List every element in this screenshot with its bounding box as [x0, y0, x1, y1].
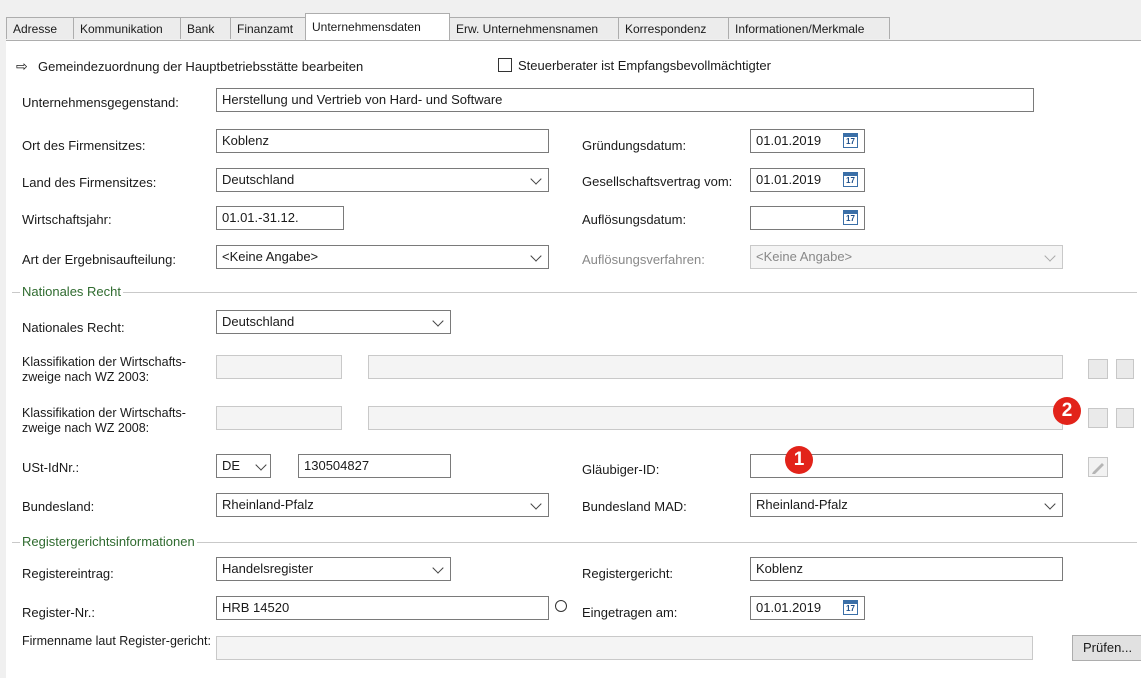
label-ustid: USt-IdNr.: [22, 460, 80, 475]
chevron-down-icon [530, 173, 542, 185]
land-firmensitz-value: Deutschland [222, 172, 295, 187]
land-firmensitz-select[interactable]: Deutschland [216, 168, 549, 192]
tab-erw-unternehmensnamen[interactable]: Erw. Unternehmensnamen [449, 17, 619, 39]
nationales-recht-value: Deutschland [222, 314, 295, 329]
tab-informationen-merkmale[interactable]: Informationen/Merkmale [728, 17, 890, 39]
link-icon[interactable] [1116, 408, 1134, 428]
arrow-right-icon: ⇨ [16, 58, 28, 74]
label-gesellschaftsvertrag: Gesellschaftsvertrag vom: [582, 174, 733, 189]
edit-pencil-icon[interactable] [1088, 457, 1108, 477]
label-nationales-recht: Nationales Recht: [22, 320, 125, 335]
nationales-recht-select[interactable]: Deutschland [216, 310, 451, 334]
label-ort-firmensitz: Ort des Firmensitzes: [22, 138, 146, 153]
ustid-country-select[interactable]: DE [216, 454, 271, 478]
tab-bank[interactable]: Bank [180, 17, 231, 39]
ustid-input[interactable]: 130504827 [298, 454, 451, 478]
label-eingetragen-am: Eingetragen am: [582, 605, 678, 620]
chevron-down-icon [1044, 250, 1056, 262]
bundesland-mad-select[interactable]: Rheinland-Pfalz [750, 493, 1063, 517]
calendar-icon[interactable]: 17 [843, 210, 858, 225]
aufloesungsdatum-field[interactable]: 17 [750, 206, 865, 230]
callout-marker-2: 2 [1053, 397, 1081, 425]
label-gruendungsdatum: Gründungsdatum: [582, 138, 687, 153]
label-firmenname-register: Firmenname laut Register-gericht: [22, 634, 211, 648]
label-registereintrag: Registereintrag: [22, 566, 114, 581]
chevron-down-icon [432, 315, 444, 327]
wirtschaftsjahr-input[interactable]: 01.01.-31.12. [216, 206, 344, 230]
label-registergericht: Registergericht: [582, 566, 674, 581]
label-register-nr: Register-Nr.: [22, 605, 95, 620]
gruendungsdatum-field[interactable]: 01.01.2019 17 [750, 129, 865, 153]
register-nr-input[interactable]: HRB 14520 [216, 596, 549, 620]
calendar-icon[interactable]: 17 [843, 172, 858, 187]
group-divider [12, 292, 1137, 293]
bundesland-value: Rheinland-Pfalz [222, 497, 314, 512]
ergebnisaufteilung-select[interactable]: <Keine Angabe> [216, 245, 549, 269]
eingetragen-am-value: 01.01.2019 [756, 600, 822, 615]
label-wz2008: Klassifikation der Wirtschafts-zweige na… [22, 406, 186, 435]
label-aufloesungsverfahren: Auflösungsverfahren: [582, 252, 705, 267]
steuerberater-checkbox-label: Steuerberater ist Empfangsbevollmächtigt… [518, 58, 771, 73]
wz2003-text-input [368, 355, 1063, 379]
label-land-firmensitz: Land des Firmensitzes: [22, 175, 157, 190]
firmenname-register-input [216, 636, 1033, 660]
link-icon[interactable] [1116, 359, 1134, 379]
unternehmensgegenstand-input[interactable]: Herstellung und Vertrieb von Hard- und S… [216, 88, 1034, 112]
ort-firmensitz-input[interactable]: Koblenz [216, 129, 549, 153]
callout-marker-1: 1 [785, 446, 813, 474]
steuerberater-checkbox[interactable] [498, 58, 512, 72]
select-list-icon[interactable] [1088, 359, 1108, 379]
registergericht-input[interactable]: Koblenz [750, 557, 1063, 581]
label-bundesland-mad: Bundesland MAD: [582, 499, 687, 514]
ustid-country-value: DE [222, 458, 241, 473]
gesellschaftsvertrag-value: 01.01.2019 [756, 172, 822, 187]
group-title-registergericht: Registergerichtsinformationen [20, 534, 197, 549]
calendar-icon[interactable]: 17 [843, 133, 858, 148]
label-unternehmensgegenstand: Unternehmensgegenstand: [22, 95, 179, 110]
label-bundesland: Bundesland: [22, 499, 95, 514]
chevron-down-icon [1044, 498, 1056, 510]
gesellschaftsvertrag-field[interactable]: 01.01.2019 17 [750, 168, 865, 192]
history-icon[interactable] [555, 600, 567, 612]
tab-unternehmensdaten[interactable]: Unternehmensdaten [305, 13, 450, 40]
wz2008-text-input [368, 406, 1063, 430]
tab-korrespondenz[interactable]: Korrespondenz [618, 17, 729, 39]
aufloesungsverfahren-select: <Keine Angabe> [750, 245, 1063, 269]
link-gemeindezuordnung[interactable]: Gemeindezuordnung der Hauptbetriebsstätt… [38, 59, 363, 74]
pruefen-button[interactable]: Prüfen... [1072, 635, 1141, 661]
chevron-down-icon [432, 562, 444, 574]
aufloesungsverfahren-value: <Keine Angabe> [756, 249, 853, 264]
wz2003-code-input [216, 355, 342, 379]
select-list-icon[interactable] [1088, 408, 1108, 428]
label-wirtschaftsjahr: Wirtschaftsjahr: [22, 212, 112, 227]
chevron-down-icon [530, 250, 542, 262]
label-glaeubiger-id: Gläubiger-ID: [582, 462, 660, 477]
label-aufloesungsdatum: Auflösungsdatum: [582, 212, 687, 227]
tab-finanzamt[interactable]: Finanzamt [230, 17, 306, 39]
registereintrag-value: Handelsregister [222, 561, 314, 576]
registereintrag-select[interactable]: Handelsregister [216, 557, 451, 581]
wz2008-code-input [216, 406, 342, 430]
chevron-down-icon [255, 459, 267, 471]
bundesland-select[interactable]: Rheinland-Pfalz [216, 493, 549, 517]
label-ergebnisaufteilung: Art der Ergebnisaufteilung: [22, 252, 176, 267]
tab-adresse[interactable]: Adresse [6, 17, 74, 39]
eingetragen-am-field[interactable]: 01.01.2019 17 [750, 596, 865, 620]
label-wz2003: Klassifikation der Wirtschafts-zweige na… [22, 355, 186, 384]
chevron-down-icon [530, 498, 542, 510]
ergebnisaufteilung-value: <Keine Angabe> [222, 249, 319, 264]
tab-kommunikation[interactable]: Kommunikation [73, 17, 181, 39]
bundesland-mad-value: Rheinland-Pfalz [756, 497, 848, 512]
group-title-nationales-recht: Nationales Recht [20, 284, 123, 299]
calendar-icon[interactable]: 17 [843, 600, 858, 615]
gruendungsdatum-value: 01.01.2019 [756, 133, 822, 148]
